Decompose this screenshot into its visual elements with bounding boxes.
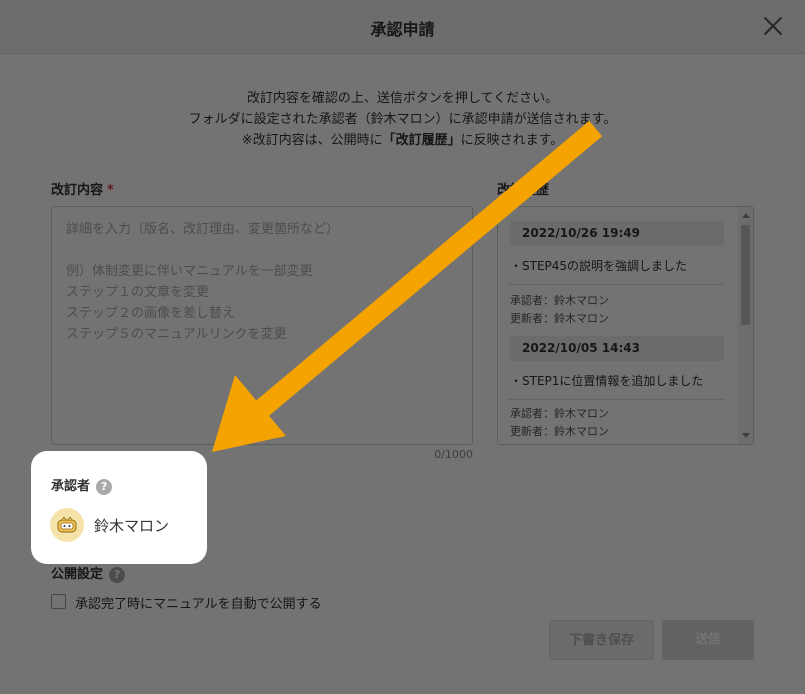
help-icon[interactable]: ? <box>109 566 126 583</box>
revision-label-text: 改訂内容 <box>51 183 104 198</box>
char-counter: 0/1000 <box>434 448 473 461</box>
intro-text: 改訂内容を確認の上、送信ボタンを押してください。 フォルダに設定された承認者（鈴… <box>0 88 805 151</box>
avatar <box>50 508 84 542</box>
dialog-header: 承認申請 <box>0 0 805 54</box>
approval-dialog: 承認申請 改訂内容を確認の上、送信ボタンを押してください。 フォルダに設定された… <box>0 0 805 694</box>
intro-line-2: フォルダに設定された承認者（鈴木マロン）に承認申請が送信されます。 <box>188 112 617 127</box>
required-mark: * <box>107 183 114 198</box>
scroll-down-icon[interactable] <box>742 433 750 438</box>
entry-divider <box>508 399 724 400</box>
help-icon[interactable]: ? <box>96 478 113 495</box>
approver-label: 承認者? <box>51 475 113 495</box>
revision-label: 改訂内容 * <box>51 179 114 198</box>
intro-line-3-bold: 「改訂履歴」 <box>382 133 461 148</box>
intro-line-3-prefix: ※改訂内容は、公開時に <box>241 133 383 148</box>
auto-publish-checkbox[interactable] <box>51 594 66 609</box>
entry-date: 2022/10/26 19:49 <box>510 221 724 246</box>
history-scrollbar[interactable] <box>738 207 753 444</box>
close-icon[interactable] <box>761 14 785 38</box>
intro-line-3-suffix: に反映されます。 <box>460 133 564 148</box>
entry-divider <box>508 284 724 285</box>
scroll-up-icon[interactable] <box>742 213 750 218</box>
entry-text: ・STEP45の説明を強調しました <box>510 259 688 273</box>
revision-history-list[interactable]: 2022/10/26 19:49 ・STEP45の説明を強調しました 承認者：鈴… <box>497 206 754 445</box>
entry-text: ・STEP1に位置情報を追加しました <box>510 374 704 388</box>
publish-label-text: 公開設定 <box>51 567 104 582</box>
save-draft-button[interactable]: 下書き保存 <box>549 620 654 660</box>
auto-publish-label[interactable]: 承認完了時にマニュアルを自動で公開する <box>75 593 322 612</box>
entry-updater: 更新者：鈴木マロン <box>510 312 609 325</box>
approver-name: 鈴木マロン <box>94 517 170 535</box>
avatar-character-icon <box>57 517 77 533</box>
submit-button[interactable]: 送信 <box>662 620 754 660</box>
entry-approver: 承認者：鈴木マロン <box>510 294 609 307</box>
scroll-thumb[interactable] <box>741 225 750 325</box>
entry-meta: 承認者：鈴木マロン 更新者：鈴木マロン <box>510 405 609 441</box>
approver-label-text: 承認者 <box>51 479 91 494</box>
intro-line-3: ※改訂内容は、公開時に「改訂履歴」に反映されます。 <box>0 130 805 151</box>
entry-meta: 承認者：鈴木マロン 更新者：鈴木マロン <box>510 292 609 328</box>
revision-input[interactable]: 詳細を入力（版名、改訂理由、変更箇所など） 例）体制変更に伴いマニュアルを一部変… <box>51 206 473 445</box>
publish-label: 公開設定? <box>51 563 126 583</box>
intro-line-1: 改訂内容を確認の上、送信ボタンを押してください。 <box>246 91 559 106</box>
approver-highlight: 承認者? 鈴木マロン <box>31 451 207 564</box>
entry-updater: 更新者：鈴木マロン <box>510 425 609 438</box>
entry-approver: 承認者：鈴木マロン <box>510 407 609 420</box>
dialog-title: 承認申請 <box>370 20 435 39</box>
history-label: 改訂履歴 <box>497 183 550 198</box>
entry-date: 2022/10/05 14:43 <box>510 336 724 361</box>
